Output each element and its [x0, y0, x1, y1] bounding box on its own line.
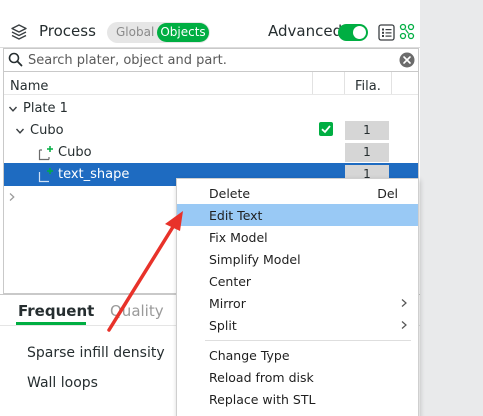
chevron-down-icon[interactable]: [15, 126, 25, 136]
menu-item-split[interactable]: Split: [177, 314, 418, 336]
setting-sparse-infill-density: Sparse infill density: [27, 345, 165, 361]
context-menu: Delete Del Edit Text Fix Model Simplify …: [176, 178, 419, 416]
menu-item-label: Delete: [209, 186, 251, 201]
global-objects-switch[interactable]: Global Objects: [107, 22, 210, 43]
menu-item-delete[interactable]: Delete Del: [177, 182, 418, 204]
menu-item-replace-with-stl[interactable]: Replace with STL: [177, 388, 418, 410]
menu-item-reload-from-disk[interactable]: Reload from disk: [177, 366, 418, 388]
compare-settings-icon[interactable]: [399, 23, 415, 41]
menu-item-label: Mirror: [209, 296, 246, 311]
right-gray-panel: [420, 0, 483, 416]
menu-item-label: Split: [209, 318, 237, 333]
menu-item-edit-text[interactable]: Edit Text: [177, 204, 418, 226]
column-divider: [312, 72, 313, 94]
header-underline: [4, 94, 418, 95]
menu-separator: [205, 340, 411, 341]
toggle-knob: [353, 26, 366, 39]
layers-icon: [11, 24, 27, 40]
tree-row-text-shape[interactable]: text_shape: [58, 167, 129, 182]
menu-item-label: Simplify Model: [209, 252, 301, 267]
list-view-icon[interactable]: [378, 24, 395, 41]
filament-cell[interactable]: 1: [345, 121, 389, 140]
menu-item-change-type[interactable]: Change Type: [177, 344, 418, 366]
chevron-down-icon[interactable]: [8, 104, 18, 114]
check-icon: [321, 125, 331, 134]
menu-item-mirror[interactable]: Mirror: [177, 292, 418, 314]
menu-item-label: Fix Model: [209, 230, 268, 245]
menu-item-fix-model[interactable]: Fix Model: [177, 226, 418, 248]
objects-option[interactable]: Objects: [157, 23, 209, 42]
search-input[interactable]: [28, 50, 398, 70]
menu-item-simplify-model[interactable]: Simplify Model: [177, 248, 418, 270]
global-option[interactable]: Global: [116, 25, 154, 39]
menu-item-shortcut: Del: [377, 186, 398, 201]
column-header-filament[interactable]: Fila.: [355, 79, 381, 94]
menu-item-label: Center: [209, 274, 252, 289]
advanced-label: Advanced: [268, 22, 343, 40]
tree-row-part[interactable]: Cubo: [58, 145, 92, 160]
menu-item-center[interactable]: Center: [177, 270, 418, 292]
tree-row-object[interactable]: Cubo: [30, 123, 64, 138]
column-header-name[interactable]: Name: [10, 79, 48, 94]
filament-cell[interactable]: 1: [345, 143, 389, 162]
setting-wall-loops: Wall loops: [27, 375, 98, 391]
search-icon: [8, 52, 23, 67]
menu-item-label: Reload from disk: [209, 370, 314, 385]
part-icon: [38, 168, 53, 183]
panel-title: Process: [39, 22, 96, 40]
tab-frequent[interactable]: Frequent: [18, 302, 94, 320]
submenu-arrow-icon: [401, 299, 407, 307]
part-icon: [38, 146, 53, 161]
menu-item-label: Edit Text: [209, 208, 263, 223]
menu-item-label: Change Type: [209, 348, 290, 363]
clear-search-icon[interactable]: [399, 52, 415, 68]
column-divider: [344, 72, 345, 94]
printable-checkbox[interactable]: [319, 122, 333, 136]
column-divider: [391, 72, 392, 94]
tab-quality[interactable]: Quality: [110, 302, 164, 320]
chevron-right-icon[interactable]: [7, 192, 17, 202]
menu-item-label: Replace with STL: [209, 392, 316, 407]
tree-row-plate[interactable]: Plate 1: [23, 101, 68, 116]
search-bar[interactable]: [3, 48, 419, 72]
submenu-arrow-icon: [401, 321, 407, 329]
advanced-toggle[interactable]: [338, 24, 368, 41]
